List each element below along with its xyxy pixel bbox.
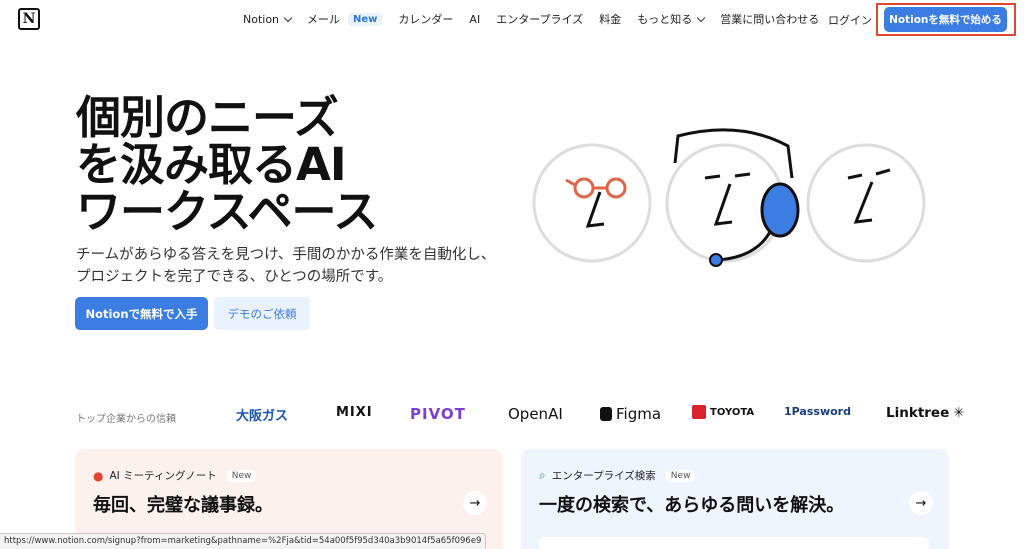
top-nav: N Notion メール New カレンダー AI エンタープライズ 料金 もっと… <box>0 0 1024 38</box>
nav-item-label: エンタープライズ <box>496 13 584 26</box>
logo-text: 大阪ガス <box>236 409 289 424</box>
nav-item-calendar[interactable]: カレンダー <box>398 11 453 27</box>
feature-card-enterprise-search[interactable]: ⌕ エンタープライズ検索 New 一度の検索で、あらゆる問いを解決。 → <box>521 449 949 549</box>
linktree-icon: ✳ <box>953 405 965 421</box>
new-badge: New <box>226 469 257 482</box>
microphone-icon: ● <box>93 468 104 483</box>
hero-title-line: ワークスペース <box>76 185 378 238</box>
face-headset-illustration <box>665 128 800 267</box>
logo-text: TOYOTA <box>710 406 755 418</box>
nav-item-enterprise[interactable]: エンタープライズ <box>496 11 583 27</box>
logo-letter: N <box>22 11 36 27</box>
logo-text: 1Password <box>784 405 851 418</box>
nav-item-label: 料金 <box>599 13 622 26</box>
arrow-right-icon[interactable]: → <box>909 491 933 515</box>
new-badge: New <box>348 12 383 26</box>
mixi-logo: MIXI <box>336 405 373 420</box>
trusted-label: トップ企業からの信頼 <box>76 414 176 425</box>
hero-title-line: 個別のニーズ <box>76 91 339 144</box>
notion-logo[interactable]: N <box>18 8 40 30</box>
card-preview <box>539 537 929 549</box>
nav-item-label: もっと知る <box>637 13 693 26</box>
linktree-logo: Linktree ✳ <box>886 405 965 421</box>
pivot-logo: PIVOT <box>410 405 466 423</box>
hero-subtitle: チームがあらゆる答えを見つけ、手間のかかる作業を自動化し、プロジェクトを完了でき… <box>76 247 496 285</box>
figma-logo: Figma <box>600 405 661 423</box>
hero-illustration <box>532 128 926 267</box>
chevron-down-icon <box>283 13 293 22</box>
card-header: ⌕ エンタープライズ検索 New <box>539 468 696 483</box>
status-bar-url: https://www.notion.com/signup?from=marke… <box>0 533 487 549</box>
figma-icon <box>600 407 612 421</box>
card-title: 一度の検索で、あらゆる問いを解決。 <box>539 495 845 516</box>
chevron-down-icon <box>696 13 706 22</box>
card-tag: エンタープライズ検索 <box>551 470 656 482</box>
logo-strip: 大阪ガス MIXI PIVOT OpenAI Figma TOYOTA 1Pas… <box>236 405 965 429</box>
logo-text: OpenAI <box>508 405 563 423</box>
hero-title: 個別のニーズ を汲み取るAI ワークスペース <box>76 91 378 238</box>
nav-item-notion[interactable]: Notion <box>243 12 293 26</box>
face-plain-illustration <box>806 143 926 263</box>
nav-item-mail[interactable]: メール New <box>307 11 383 27</box>
get-notion-free-button[interactable]: Notionで無料で入手 <box>75 297 208 330</box>
get-started-button[interactable]: Notionを無料で始める <box>884 7 1007 32</box>
logo-text: Linktree <box>886 405 950 421</box>
toyota-logo: TOYOTA <box>692 405 754 419</box>
nav-item-label: AI <box>469 12 481 26</box>
card-tag: AI ミーティングノート <box>109 470 217 482</box>
nav-item-learn-more[interactable]: もっと知る <box>637 11 706 27</box>
card-title: 毎回、完璧な議事録。 <box>93 495 273 516</box>
nav-item-contact-sales[interactable]: 営業に問い合わせる <box>720 11 819 27</box>
search-icon: ⌕ <box>539 468 546 482</box>
nav-item-label: メール <box>307 13 341 26</box>
nav-item-label: Notion <box>243 12 280 26</box>
onepassword-logo: 1Password <box>784 405 851 418</box>
request-demo-button[interactable]: デモのご依頼 <box>214 297 310 330</box>
openai-logo: OpenAI <box>508 405 563 423</box>
nav-item-label: 営業に問い合わせる <box>720 13 820 26</box>
toyota-icon <box>692 405 706 419</box>
arrow-right-icon[interactable]: → <box>463 491 487 515</box>
logo-text: PIVOT <box>410 405 466 423</box>
logo-text: Figma <box>616 405 662 423</box>
hero-title-line: を汲み取るAI <box>76 138 347 191</box>
new-badge: New <box>665 469 696 482</box>
face-glasses-illustration <box>532 143 652 263</box>
card-header: ● AI ミーティングノート New <box>93 468 257 483</box>
nav-item-label: カレンダー <box>398 13 454 26</box>
nav-item-ai[interactable]: AI <box>469 13 480 26</box>
nav-item-pricing[interactable]: 料金 <box>599 11 621 27</box>
nav-menu: Notion メール New カレンダー AI エンタープライズ 料金 もっと知る… <box>243 11 835 27</box>
logo-text: MIXI <box>336 405 373 420</box>
login-link[interactable]: ログイン <box>828 12 872 28</box>
osaka-gas-logo: 大阪ガス <box>236 405 288 424</box>
